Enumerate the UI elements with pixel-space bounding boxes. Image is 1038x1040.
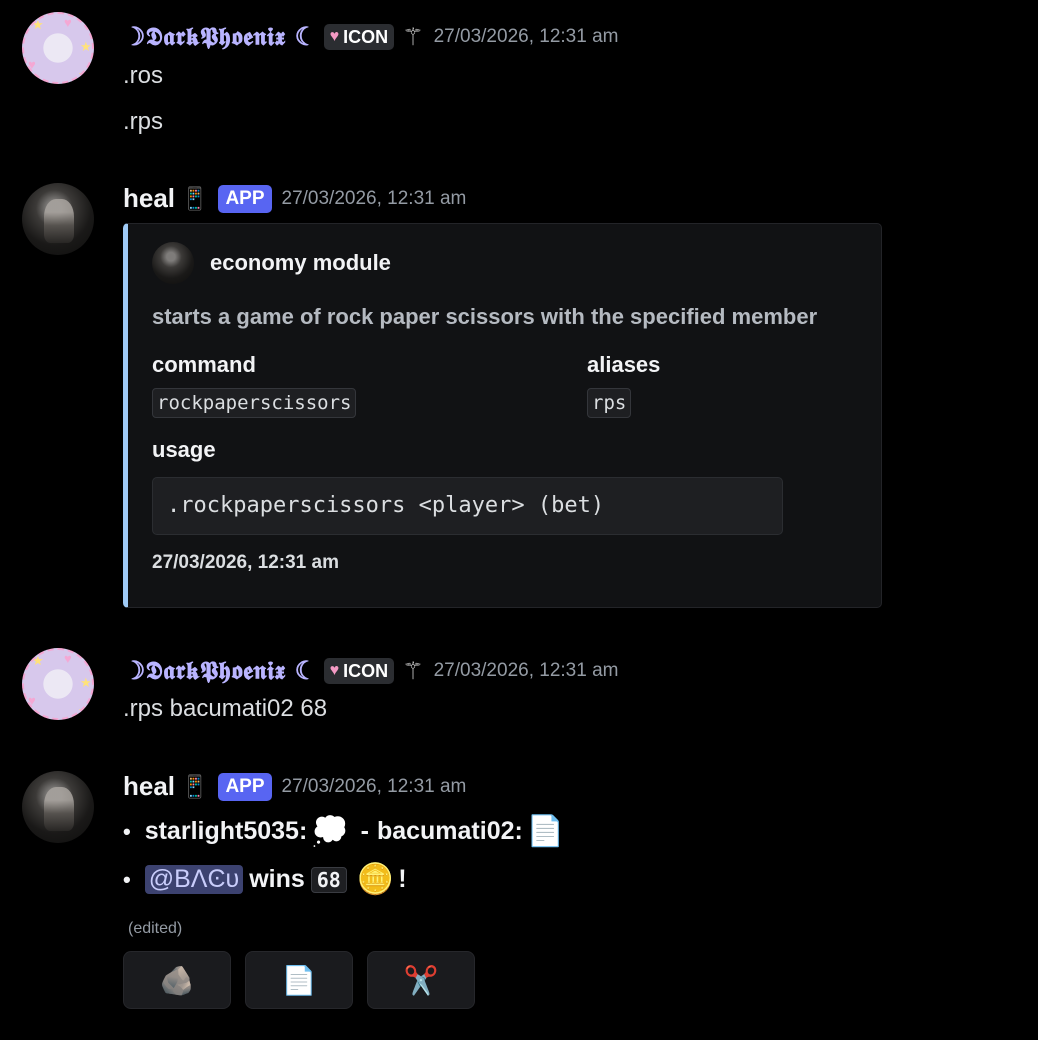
field-name-usage: usage xyxy=(152,437,216,462)
embed-description: starts a game of rock paper scissors wit… xyxy=(152,304,818,329)
separator: - xyxy=(360,817,369,845)
list-item: • starlight5035: 💭 - bacumati02: 📄 xyxy=(123,814,568,849)
guild-tag-label: ICON xyxy=(343,660,389,681)
timestamp: 27/03/2026, 12:31 am xyxy=(281,187,467,209)
paper-button[interactable]: 📄 xyxy=(245,951,353,1009)
rock-button[interactable]: 🪨 xyxy=(123,951,231,1009)
scissors-button[interactable]: ✂️ xyxy=(367,951,475,1009)
player-1: starlight5035: xyxy=(144,817,308,845)
exclamation: ! xyxy=(398,865,407,893)
message-text: .rps xyxy=(123,108,164,135)
author-name[interactable]: ☽𝕯𝖆𝖗𝖐𝕻𝖍𝖔𝖊𝖓𝖎𝖝 ☾ xyxy=(123,22,318,52)
field-value-usage: .rockpaperscissors <player> (bet) xyxy=(152,477,783,535)
heart-icon: ♥ xyxy=(329,28,340,45)
author-name[interactable]: ☽𝕯𝖆𝖗𝖐𝕻𝖍𝖔𝖊𝖓𝖎𝖝 ☾ xyxy=(123,656,318,686)
paper-icon: 📄 xyxy=(281,964,317,996)
bullet-icon: • xyxy=(123,866,131,892)
amount-chip: 68 xyxy=(310,866,347,893)
guild-tag[interactable]: ♥ ICON xyxy=(323,658,395,684)
avatar[interactable] xyxy=(22,771,94,843)
user-mention[interactable]: @BΛϾᴜ xyxy=(144,865,244,894)
wins-text: wins xyxy=(249,865,305,893)
avatar[interactable]: ★ ♥ ★ ♥ ★ xyxy=(22,12,94,84)
paper-icon: 📄 xyxy=(526,815,565,848)
guild-tag[interactable]: ♥ ICON xyxy=(323,24,395,50)
avatar[interactable]: ★ ♥ ★ ♥ ★ xyxy=(22,648,94,720)
embed: economy module starts a game of rock pap… xyxy=(123,223,882,608)
message-text: .rps bacumati02 68 xyxy=(123,695,328,722)
player-2: bacumati02: xyxy=(376,817,523,845)
avatar[interactable] xyxy=(22,183,94,255)
author-name[interactable]: heal xyxy=(123,771,175,802)
coin-icon: 🪙 xyxy=(356,863,395,896)
bullet-icon: • xyxy=(123,818,131,844)
field-name-command: command xyxy=(152,352,256,377)
timestamp: 27/03/2026, 12:31 am xyxy=(433,660,619,681)
heart-icon: ♥ xyxy=(329,662,340,679)
wand-icon: ⚚ xyxy=(402,23,424,51)
rock-icon: 🪨 xyxy=(159,964,195,996)
field-value-aliases: rps xyxy=(587,388,632,418)
embed-author-name: economy module xyxy=(210,250,391,275)
app-badge: APP xyxy=(218,184,272,213)
timestamp: 27/03/2026, 12:31 am xyxy=(433,26,619,47)
author-name[interactable]: heal xyxy=(123,183,175,214)
embed-author-avatar xyxy=(152,242,194,284)
field-value-command: rockpaperscissors xyxy=(152,388,357,418)
thought-icon: 💭 xyxy=(311,815,349,848)
phone-icon: 📱 xyxy=(181,185,209,211)
embed-footer: 27/03/2026, 12:31 am xyxy=(152,552,339,573)
wand-icon: ⚚ xyxy=(402,657,424,685)
list-item: • @BΛϾᴜ wins 68 🪙 ! xyxy=(123,862,407,897)
edited-label: (edited) xyxy=(128,920,183,937)
phone-icon: 📱 xyxy=(181,773,209,799)
guild-tag-label: ICON xyxy=(343,26,389,47)
field-name-aliases: aliases xyxy=(587,352,661,377)
message-text: .ros xyxy=(123,62,164,89)
scissors-icon: ✂️ xyxy=(403,964,439,996)
embed-author: economy module xyxy=(152,242,391,284)
timestamp: 27/03/2026, 12:31 am xyxy=(281,775,467,797)
app-badge: APP xyxy=(218,772,272,801)
